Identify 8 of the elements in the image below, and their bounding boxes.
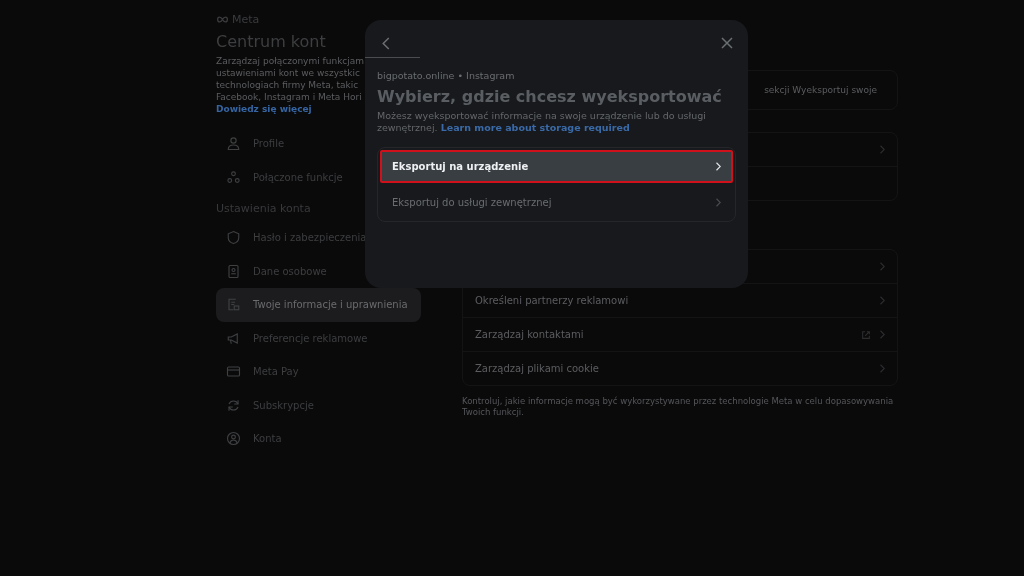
account-label: bigpotato.online • Instagram — [377, 70, 516, 81]
description-line: ustawieniami kont we wszystkic — [216, 67, 360, 79]
dialog-description: Możesz wyeksportować informacje na swoje urządzenie lub do usługi zewnętrznej. Learn more about storage required — [377, 110, 707, 134]
footer-text: Kontroluj, jakie informacje mogą być wykorzystywane przez technologie Meta w celu dopasowywania Twoich funkcji. — [462, 396, 895, 418]
notice-text: sekcji Wyeksportuj swoje — [764, 85, 877, 95]
description-line: Zarządzaj połączonymi funkcjam — [216, 55, 365, 67]
dialog-title: Wybierz, gdzie chcesz wyeksportować — [377, 87, 723, 106]
description-line: technologiach firmy Meta, takic — [216, 79, 359, 91]
